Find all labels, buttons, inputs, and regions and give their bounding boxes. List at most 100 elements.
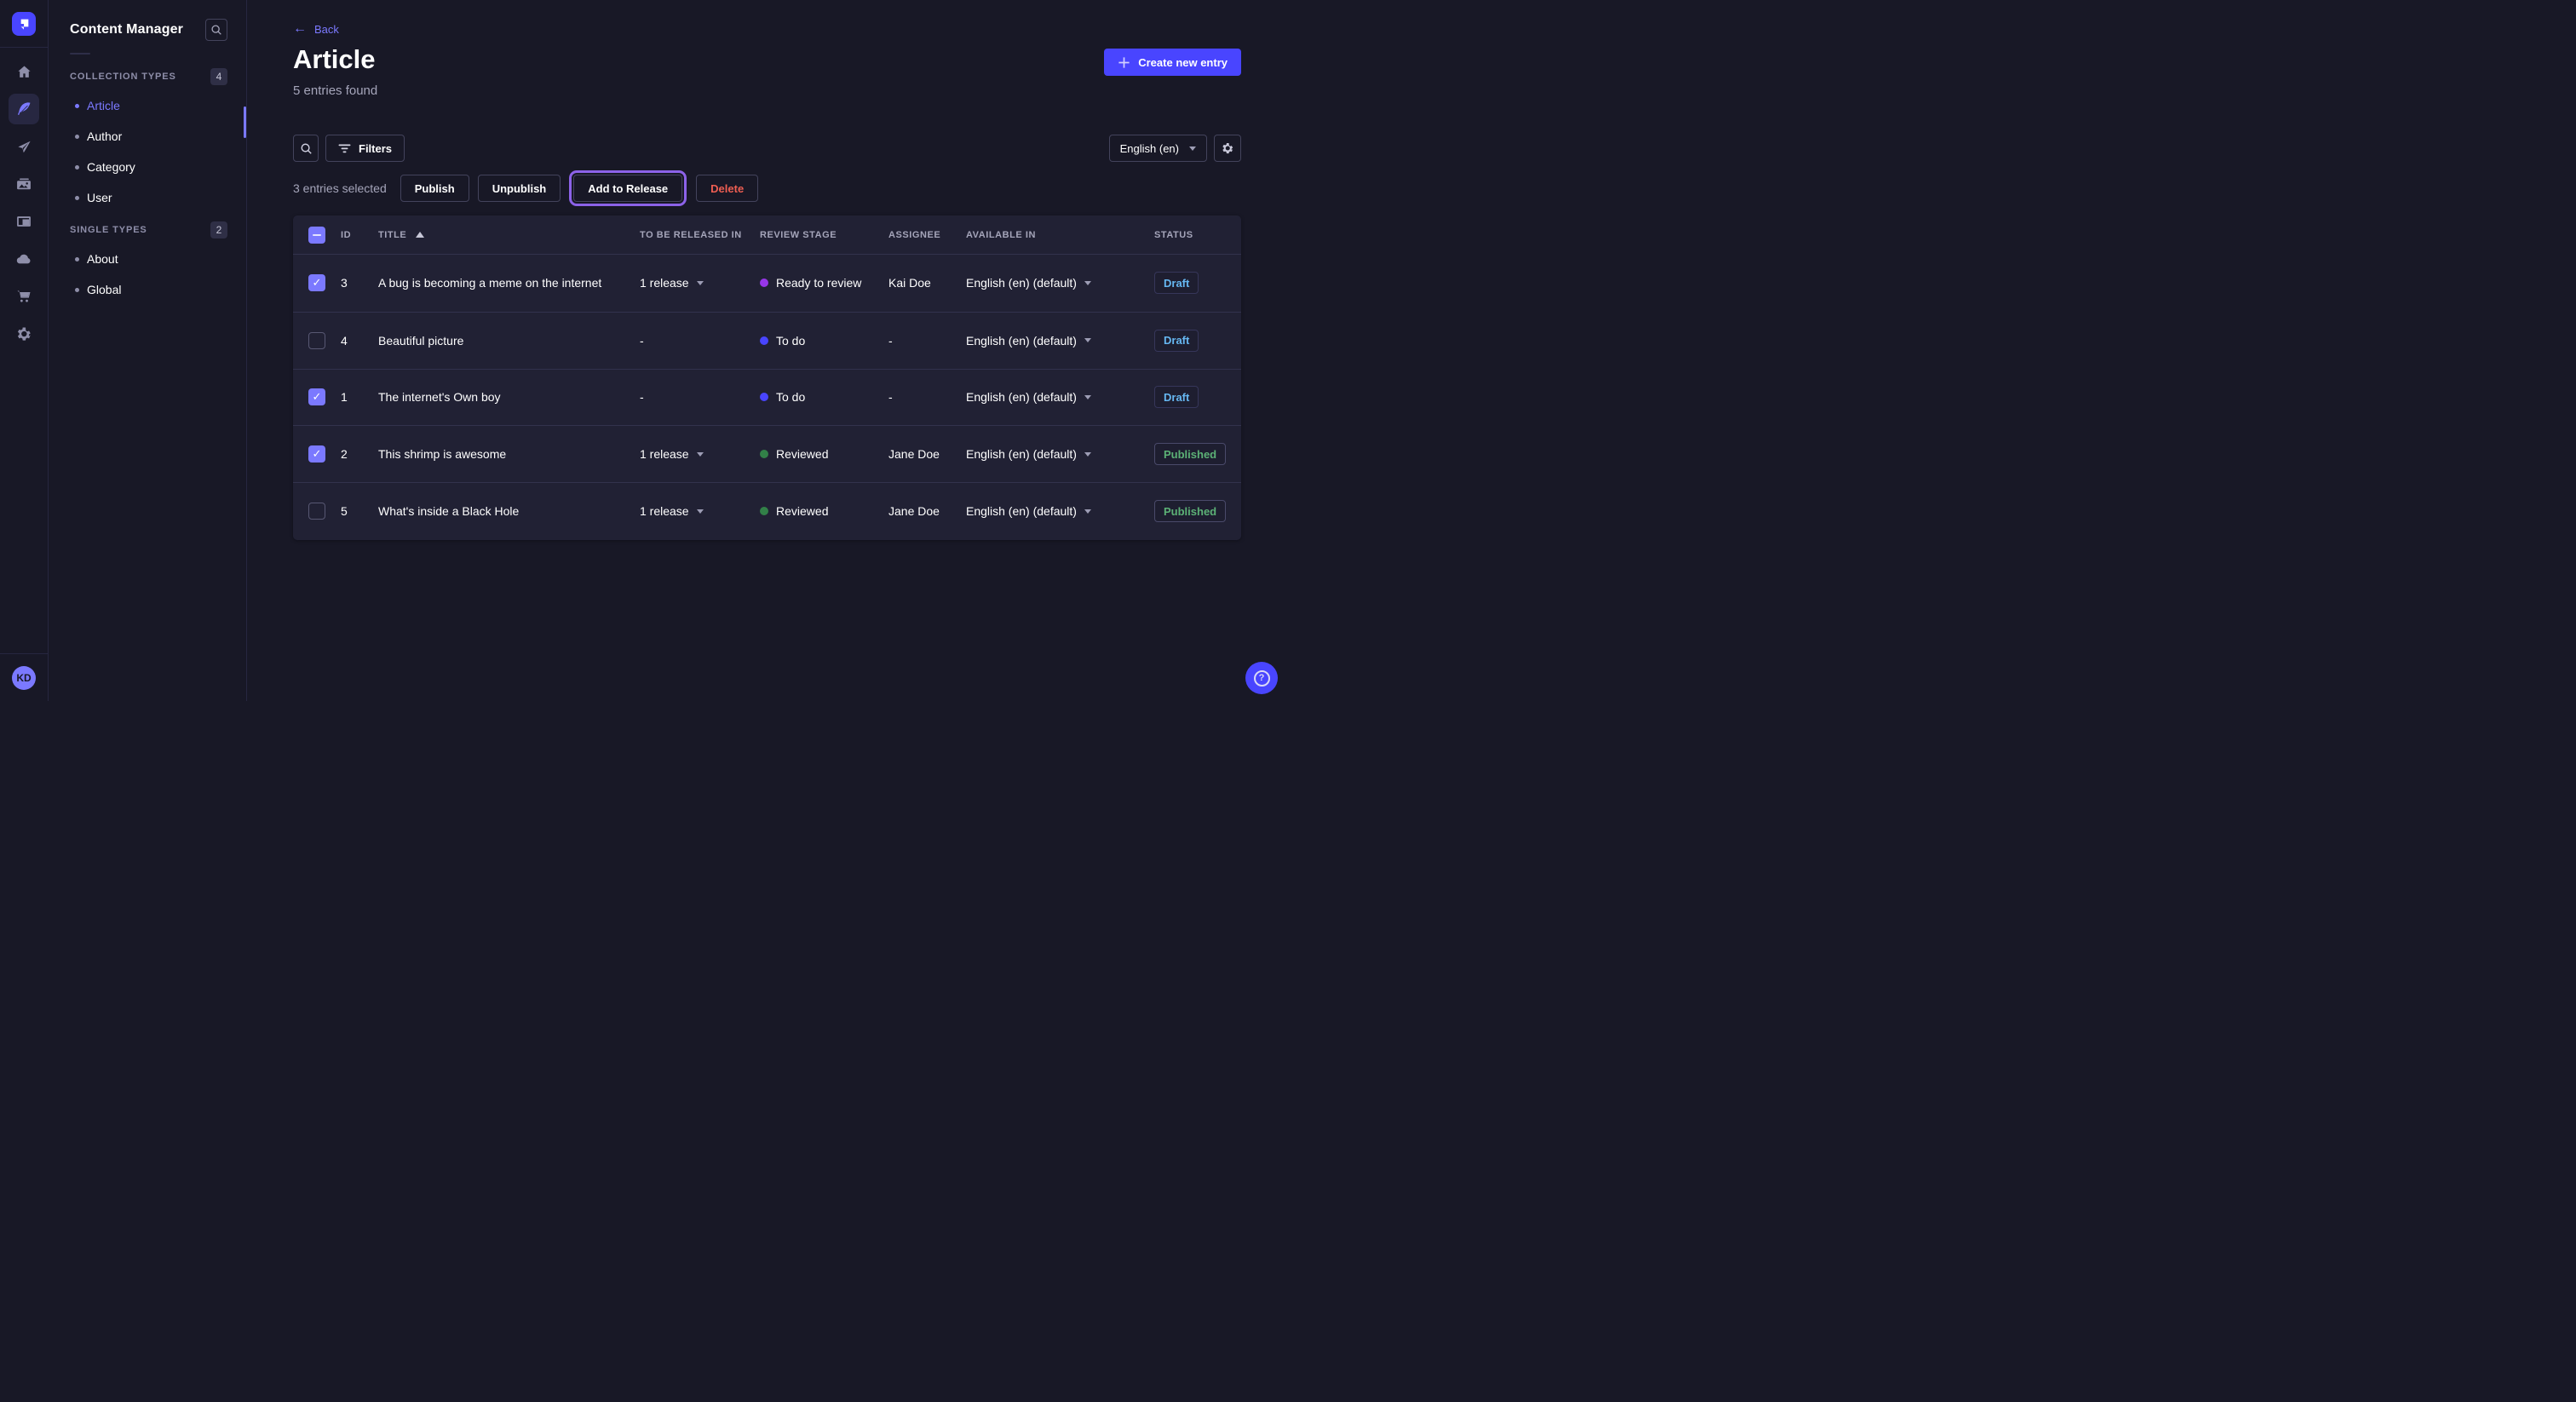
cell-release[interactable]: 1 release (640, 276, 760, 290)
table-row[interactable]: 4 Beautiful picture - To do - English (e… (293, 312, 1241, 369)
row-checkbox[interactable]: ✓ (308, 274, 325, 291)
cell-release[interactable]: 1 release (640, 504, 760, 518)
cell-locale[interactable]: English (en) (default) (966, 504, 1154, 518)
home-icon[interactable] (9, 56, 39, 87)
filters-button[interactable]: Filters (325, 135, 405, 162)
filter-icon (338, 144, 351, 153)
section-label-collection-types: COLLECTION TYPES (70, 72, 176, 82)
content-type-builder-icon[interactable] (9, 206, 39, 237)
deploy-cloud-icon[interactable] (9, 244, 39, 274)
cell-status: Draft (1154, 386, 1241, 408)
bullet-icon (75, 104, 79, 108)
cell-review-stage: To do (760, 390, 888, 404)
table-search-button[interactable] (293, 135, 319, 162)
cell-title: A bug is becoming a meme on the internet (378, 276, 640, 290)
bullet-icon (75, 257, 79, 261)
sidebar-item-about[interactable]: About (49, 244, 246, 274)
gear-icon (1221, 141, 1234, 155)
cell-id: 2 (341, 447, 378, 461)
sort-ascending-icon (416, 232, 424, 238)
cell-release[interactable]: 1 release (640, 447, 760, 461)
back-label: Back (314, 23, 339, 36)
table-row[interactable]: ✓ 2 This shrimp is awesome 1 release Rev… (293, 425, 1241, 482)
main-content: ← Back Article 5 entries found Create ne… (247, 0, 1288, 701)
cell-id: 5 (341, 504, 378, 518)
cell-assignee: Jane Doe (888, 504, 966, 518)
settings-gear-icon[interactable] (9, 319, 39, 349)
status-badge: Published (1154, 443, 1226, 465)
table-row[interactable]: ✓ 3 A bug is becoming a meme on the inte… (293, 255, 1241, 312)
select-all-checkbox[interactable] (308, 227, 325, 244)
status-badge: Draft (1154, 272, 1199, 294)
cell-title: The internet's Own boy (378, 390, 640, 404)
sidebar-item-global[interactable]: Global (49, 274, 246, 305)
locale-value: English (en) (1120, 142, 1179, 155)
cell-assignee: Kai Doe (888, 276, 966, 290)
add-to-release-button[interactable]: Add to Release (573, 175, 682, 202)
view-settings-button[interactable] (1214, 135, 1241, 162)
cell-locale[interactable]: English (en) (default) (966, 276, 1154, 290)
chevron-down-icon (1084, 509, 1091, 514)
entries-count: 5 entries found (293, 83, 377, 98)
sidebar-item-label: Author (87, 129, 122, 143)
row-checkbox[interactable]: ✓ (308, 388, 325, 405)
collection-types-list: Article Author Category User (49, 90, 246, 213)
help-button[interactable]: ? (1245, 662, 1278, 694)
cell-review-stage: Reviewed (760, 504, 888, 518)
chevron-down-icon (697, 452, 704, 457)
column-header-id[interactable]: ID (341, 230, 378, 240)
sidebar-item-user[interactable]: User (49, 182, 246, 213)
status-badge: Draft (1154, 386, 1199, 408)
unpublish-button[interactable]: Unpublish (478, 175, 561, 202)
cell-review-stage: Ready to review (760, 276, 888, 290)
publish-button[interactable]: Publish (400, 175, 469, 202)
cell-locale[interactable]: English (en) (default) (966, 447, 1154, 461)
strapi-logo[interactable] (12, 12, 36, 36)
sidebar-item-label: About (87, 252, 118, 266)
chevron-down-icon (697, 281, 704, 285)
cell-status: Published (1154, 500, 1241, 522)
sidebar-item-author[interactable]: Author (49, 121, 246, 152)
sidebar-item-article[interactable]: Article (49, 90, 246, 121)
column-header-title[interactable]: TITLE (378, 230, 640, 240)
cell-status: Draft (1154, 330, 1241, 352)
sidebar-item-category[interactable]: Category (49, 152, 246, 182)
locale-select[interactable]: English (en) (1109, 135, 1207, 162)
collection-types-count-badge: 4 (210, 68, 227, 85)
sidebar-item-label: Article (87, 99, 120, 112)
column-header-review-stage: REVIEW STAGE (760, 230, 888, 240)
cell-locale[interactable]: English (en) (default) (966, 390, 1154, 404)
table-row[interactable]: 5 What's inside a Black Hole 1 release R… (293, 482, 1241, 539)
cell-review-stage: To do (760, 334, 888, 348)
back-link[interactable]: ← Back (293, 22, 339, 36)
marketplace-cart-icon[interactable] (9, 281, 39, 312)
cell-locale[interactable]: English (en) (default) (966, 334, 1154, 348)
stage-dot-icon (760, 393, 768, 401)
page-title: Article (293, 44, 375, 75)
row-checkbox[interactable]: ✓ (308, 445, 325, 463)
row-checkbox[interactable] (308, 503, 325, 520)
create-new-entry-button[interactable]: Create new entry (1104, 49, 1241, 76)
active-nav-indicator (244, 106, 246, 138)
cell-release[interactable]: - (640, 390, 760, 404)
content-manager-feather-icon[interactable] (9, 94, 39, 124)
row-checkbox[interactable] (308, 332, 325, 349)
cell-review-stage: Reviewed (760, 447, 888, 461)
delete-button[interactable]: Delete (696, 175, 758, 202)
cell-id: 1 (341, 390, 378, 404)
cell-release[interactable]: - (640, 334, 760, 348)
question-mark-icon: ? (1254, 670, 1270, 687)
user-avatar[interactable]: KD (12, 666, 36, 690)
table-row[interactable]: ✓ 1 The internet's Own boy - To do - Eng… (293, 369, 1241, 426)
releases-send-icon[interactable] (9, 131, 39, 162)
table-body: ✓ 3 A bug is becoming a meme on the inte… (293, 255, 1241, 539)
back-arrow-icon: ← (293, 22, 307, 36)
single-types-list: About Global (49, 244, 246, 305)
media-library-icon[interactable] (9, 169, 39, 199)
column-header-available-in: AVAILABLE IN (966, 230, 1154, 240)
content-manager-sidebar: Content Manager COLLECTION TYPES 4 Artic… (49, 0, 247, 701)
bullet-icon (75, 165, 79, 170)
sidebar-search-button[interactable] (205, 19, 227, 41)
entries-table: ID TITLE TO BE RELEASED IN REVIEW STAGE … (293, 215, 1241, 540)
rail-bottom-divider (0, 653, 48, 654)
